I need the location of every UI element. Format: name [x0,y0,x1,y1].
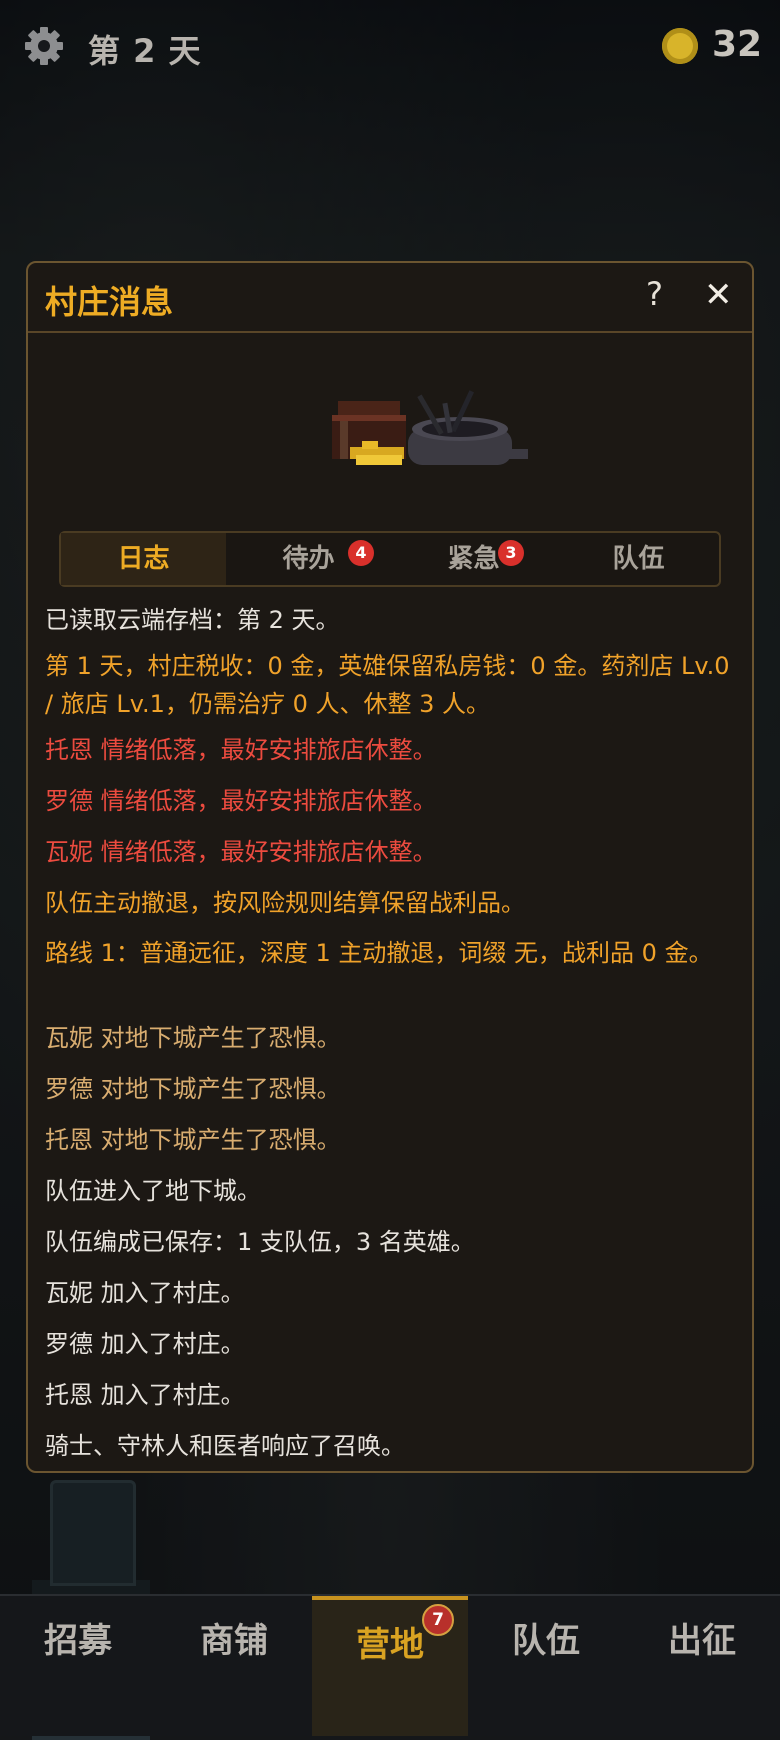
tab-todo-badge: 4 [348,540,374,566]
log-entry: 骑士、守林人和医者响应了召唤。 [45,1432,405,1460]
log-entry: 罗德 情绪低落，最好安排旅店休整。 [45,787,437,815]
nav-team[interactable]: 队伍 [468,1596,624,1736]
message-log[interactable]: 已读取云端存档：第 2 天。 第 1 天，村庄税收：0 金，英雄保留私房钱：0 … [28,601,752,1467]
nav-recruit[interactable]: 招募 [0,1596,156,1736]
log-entry: 托恩 情绪低落，最好安排旅店休整。 [45,736,437,764]
top-bar: 第 2 天 32 [0,0,780,96]
nav-label: 营地 [356,1625,424,1665]
log-entry: 瓦妮 对地下城产生了恐惧。 [45,1024,341,1052]
tab-log[interactable]: 日志 [61,533,226,585]
log-entry: 已读取云端存档：第 2 天。 [45,606,340,634]
nav-label: 出征 [668,1621,736,1661]
help-icon[interactable]: ? [646,275,663,313]
log-entry: 托恩 对地下城产生了恐惧。 [45,1126,341,1154]
log-entry: 罗德 加入了村庄。 [45,1330,245,1358]
village-messages-dialog: 村庄消息 ? ✕ 日志 待办 4 紧急 3 队伍 已读取云端存档：第 2 天。 … [26,261,754,1473]
tab-label: 队伍 [612,544,665,574]
tab-label: 紧急 [447,544,500,574]
nav-label: 商铺 [200,1621,268,1661]
tab-urgent-badge: 3 [498,540,524,566]
tab-urgent[interactable]: 紧急 [391,533,556,585]
dialog-title: 村庄消息 [45,283,174,321]
nav-label: 招募 [44,1621,112,1661]
log-entry: 瓦妮 情绪低落，最好安排旅店休整。 [45,838,437,866]
tab-team[interactable]: 队伍 [556,533,721,585]
nav-expedition[interactable]: 出征 [624,1596,780,1736]
message-tabs: 日志 待办 4 紧急 3 队伍 [59,531,721,587]
log-entry: 瓦妮 加入了村庄。 [45,1279,245,1307]
log-entry: 路线 1：普通远征，深度 1 主动撤退，词缀 无，战利品 0 金。 [45,939,713,967]
log-entry: 队伍主动撤退，按风险规则结算保留战利品。 [45,889,525,917]
dialog-header: 村庄消息 ? ✕ [28,263,752,333]
nav-shop[interactable]: 商铺 [156,1596,312,1736]
coin-count: 32 [712,24,763,65]
nav-camp-badge: 7 [422,1604,454,1636]
coin-icon [662,28,698,64]
log-entry: 队伍进入了地下城。 [45,1177,261,1205]
gear-icon[interactable] [24,26,64,66]
tab-label: 日志 [117,544,170,574]
treasure-chest-and-cauldron-icon [310,373,550,493]
log-entry: 队伍编成已保存：1 支队伍，3 名英雄。 [45,1228,475,1256]
bottom-nav: 招募 商铺 营地 队伍 出征 [0,1594,780,1736]
log-entry: 第 1 天，村庄税收：0 金，英雄保留私房钱：0 金。药剂店 Lv.0 / 旅店… [45,652,730,718]
day-counter: 第 2 天 [88,32,202,70]
log-entry: 托恩 加入了村庄。 [45,1381,245,1409]
close-icon[interactable]: ✕ [704,275,733,315]
tab-label: 待办 [282,544,335,574]
log-entry: 罗德 对地下城产生了恐惧。 [45,1075,341,1103]
nav-label: 队伍 [512,1621,580,1661]
